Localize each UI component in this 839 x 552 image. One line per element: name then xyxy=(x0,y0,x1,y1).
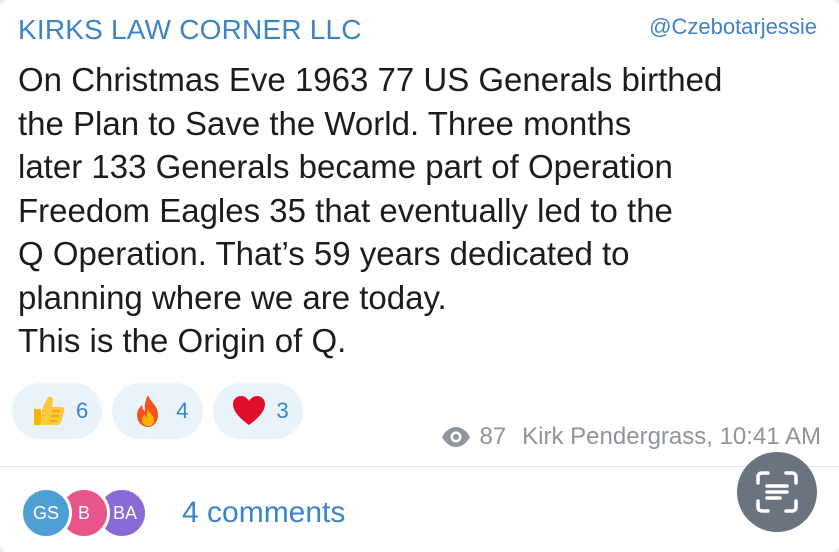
avatar: GS xyxy=(20,487,72,539)
message-text: On Christmas Eve 1963 77 US Generals bir… xyxy=(18,61,723,359)
reaction-thumbs-up[interactable]: 6 xyxy=(12,383,103,439)
divider xyxy=(0,466,839,467)
thumbs-up-icon xyxy=(34,396,65,425)
author-handle[interactable]: @Czebotarjessie xyxy=(649,14,817,40)
reaction-count: 4 xyxy=(176,398,189,423)
view-count: 87 xyxy=(479,423,507,450)
reaction-heart[interactable]: 3 xyxy=(212,383,303,439)
author-time: Kirk Pendergrass, 10:41 AM xyxy=(522,423,821,450)
eye-icon xyxy=(442,427,471,447)
text-recognition-button[interactable] xyxy=(737,452,817,532)
comments-count-label[interactable]: 4 comments xyxy=(182,496,345,530)
message-meta: 87 Kirk Pendergrass, 10:41 AM xyxy=(441,423,821,451)
channel-name[interactable]: KIRKS LAW CORNER LLC xyxy=(18,14,362,46)
reaction-count: 3 xyxy=(276,398,289,423)
message-card: KIRKS LAW CORNER LLC @Czebotarjessie On … xyxy=(0,0,839,552)
reaction-fire[interactable]: 4 xyxy=(112,383,203,439)
heart-icon xyxy=(232,396,265,425)
commenter-avatars: GS B BA xyxy=(20,487,160,539)
reactions-bar: 6 4 3 xyxy=(12,383,313,439)
reaction-count: 6 xyxy=(76,398,89,423)
comments-link[interactable]: GS B BA 4 comments xyxy=(20,487,345,539)
fire-icon xyxy=(137,395,159,427)
scan-text-icon xyxy=(756,471,798,513)
